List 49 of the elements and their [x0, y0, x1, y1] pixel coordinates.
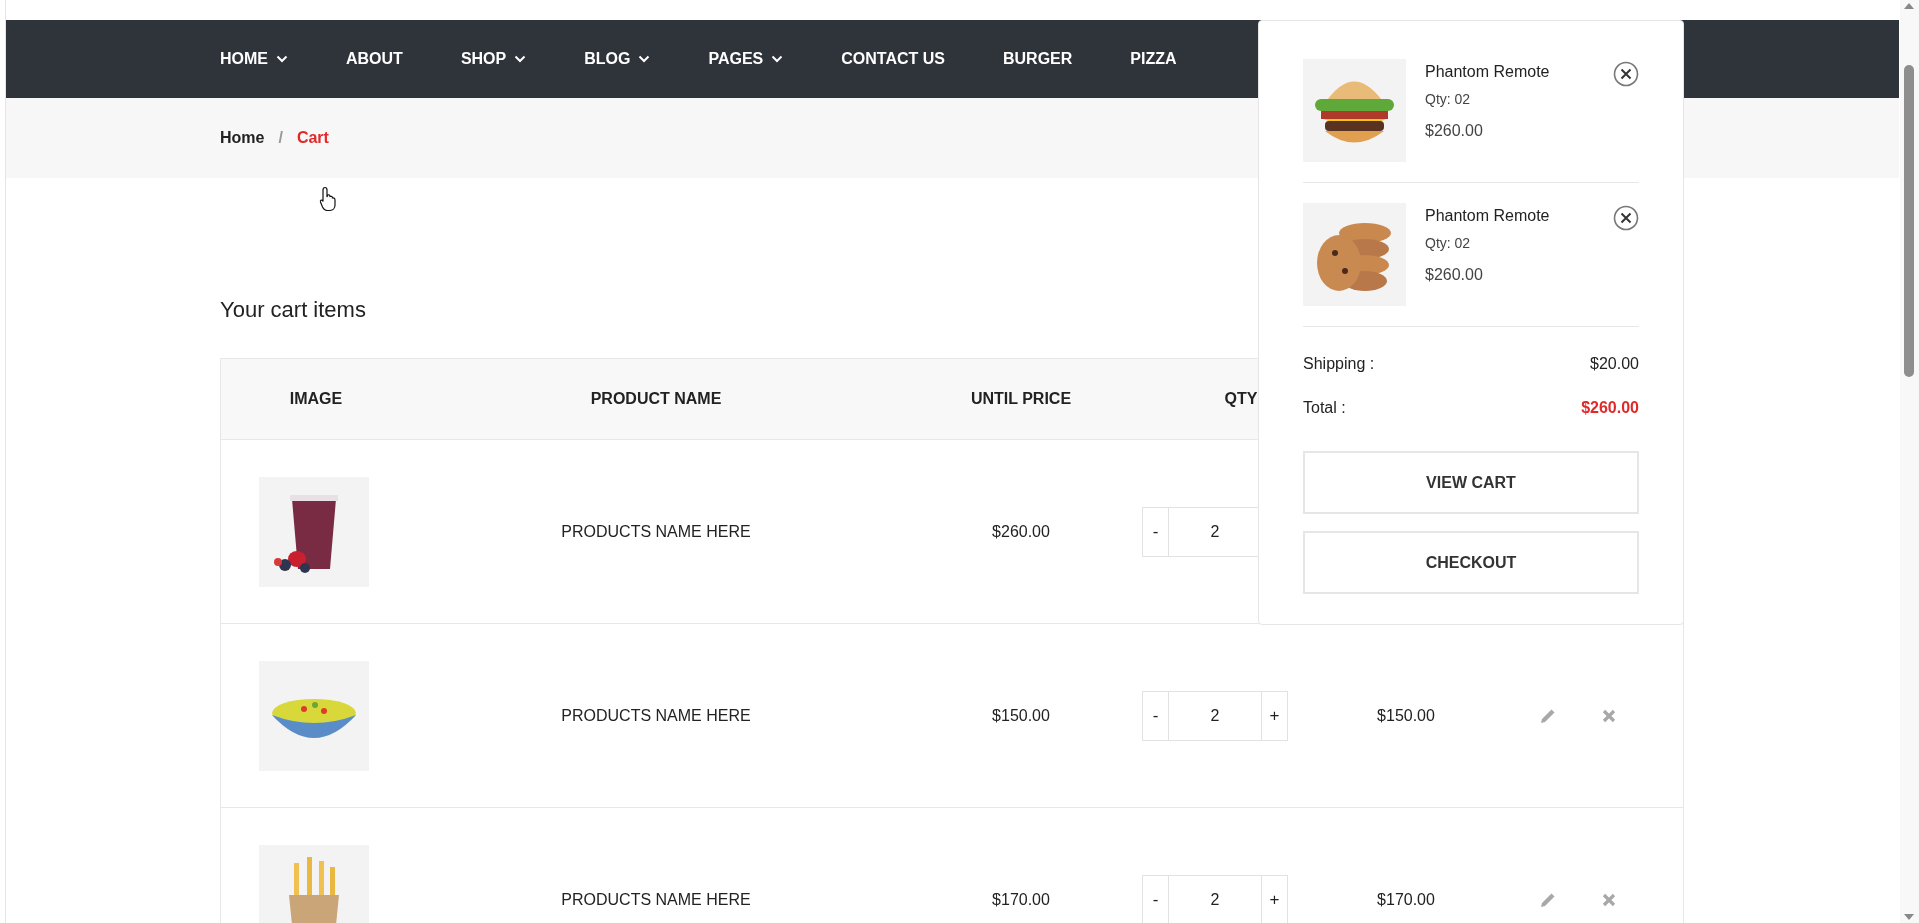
- nav-link[interactable]: BLOG: [584, 50, 651, 68]
- close-icon[interactable]: [1613, 61, 1639, 87]
- scroll-thumb[interactable]: [1904, 65, 1914, 377]
- cart-item-price: $260.00: [1425, 122, 1484, 140]
- nav-link[interactable]: ABOUT: [346, 50, 403, 68]
- cart-item-price: $260.00: [1425, 266, 1484, 284]
- checkout-button[interactable]: CHECKOUT: [1303, 531, 1639, 594]
- subtotal: $170.00: [1377, 890, 1435, 909]
- quantity-field[interactable]: 2: [1168, 875, 1262, 923]
- cart-item-name[interactable]: Phantom Remote: [1425, 207, 1550, 225]
- remove-icon[interactable]: [1601, 708, 1616, 723]
- hand-cursor-icon: [319, 186, 339, 212]
- section-heading: Your cart items: [220, 297, 367, 323]
- scrollbar[interactable]: [1900, 0, 1919, 923]
- column-header: PRODUCT NAME: [590, 390, 722, 408]
- quantity-field[interactable]: 2: [1168, 691, 1262, 740]
- cart-item-name[interactable]: Phantom Remote: [1425, 63, 1550, 81]
- view-cart-button[interactable]: VIEW CART: [1303, 451, 1639, 514]
- column-header: QTY: [1224, 390, 1258, 408]
- product-name: PRODUCTS NAME HERE: [561, 522, 751, 541]
- unit-price: $260.00: [992, 522, 1050, 541]
- total-label: Total :: [1303, 399, 1346, 418]
- breadcrumb-separator: /: [278, 129, 283, 147]
- quantity-stepper[interactable]: - 2 +: [1142, 874, 1288, 923]
- nav-link[interactable]: BURGER: [1003, 50, 1073, 68]
- product-name: PRODUCTS NAME HERE: [561, 890, 751, 909]
- breadcrumb-link[interactable]: Cart: [296, 129, 329, 147]
- unit-price: $170.00: [992, 890, 1050, 909]
- unit-price: $150.00: [992, 706, 1050, 725]
- nav-link[interactable]: PIZZA: [1130, 50, 1177, 68]
- cart-item-quantity: Qty: 02: [1425, 235, 1472, 251]
- column-header: IMAGE: [289, 390, 343, 408]
- cart-item-quantity: Qty: 02: [1425, 91, 1472, 107]
- shipping-label: Shipping :: [1303, 355, 1375, 374]
- nav-link[interactable]: HOME: [220, 50, 288, 68]
- nav-link[interactable]: PAGES: [708, 50, 784, 68]
- remove-icon[interactable]: [1601, 892, 1616, 907]
- breadcrumb-link[interactable]: Home: [220, 129, 265, 147]
- quantity-stepper[interactable]: - 2 +: [1142, 690, 1288, 741]
- subtotal: $150.00: [1377, 706, 1435, 725]
- shipping-amount: $20.00: [1590, 355, 1639, 374]
- close-icon[interactable]: [1613, 205, 1639, 231]
- column-header: UNTIL PRICE: [970, 390, 1072, 408]
- total-amount: $260.00: [1581, 399, 1639, 418]
- scroll-down-icon[interactable]: [1904, 914, 1914, 920]
- nav-link[interactable]: SHOP: [460, 50, 527, 68]
- product-name: PRODUCTS NAME HERE: [561, 706, 751, 725]
- nav-link[interactable]: CONTACT US: [841, 50, 945, 68]
- scroll-up-icon[interactable]: [1904, 3, 1914, 9]
